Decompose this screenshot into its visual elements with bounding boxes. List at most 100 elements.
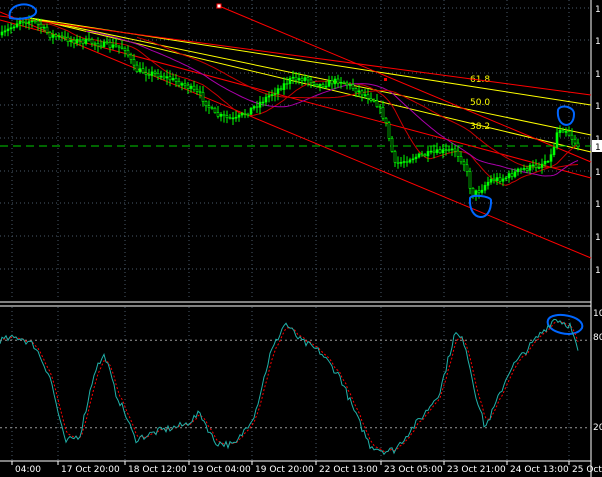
candle-body bbox=[216, 112, 220, 117]
candle-body bbox=[534, 164, 538, 168]
candle-body bbox=[45, 26, 49, 33]
candle-body bbox=[573, 138, 577, 144]
candle-body bbox=[84, 38, 88, 44]
candle-body bbox=[393, 151, 397, 163]
candle-body bbox=[63, 36, 67, 39]
candle-body bbox=[42, 26, 46, 29]
candle-body bbox=[354, 88, 358, 93]
candle-body bbox=[219, 114, 223, 117]
candle-body bbox=[390, 138, 394, 152]
candle-body bbox=[321, 84, 325, 87]
price-and-oscillator-chart: 61.850.038.2 111111111110802004:0017 Oct… bbox=[0, 0, 602, 477]
oscillator-axis-tick-label: 20 bbox=[593, 423, 602, 433]
candle-body bbox=[444, 149, 448, 151]
candle-body bbox=[246, 113, 250, 116]
channel-anchor-point bbox=[384, 78, 387, 81]
candle-body bbox=[306, 77, 310, 81]
candle-body bbox=[366, 94, 370, 99]
candle-body bbox=[525, 168, 529, 171]
candle-body bbox=[537, 167, 541, 169]
candle-body bbox=[381, 107, 385, 119]
candle-body bbox=[315, 84, 319, 87]
candle-body bbox=[108, 42, 112, 48]
candle-body bbox=[441, 149, 445, 154]
candle-body bbox=[21, 20, 25, 23]
fibonacci-level-label: 38.2 bbox=[470, 122, 490, 132]
candle-body bbox=[411, 158, 415, 161]
time-axis-tick-label: 17 Oct 20:00 bbox=[61, 465, 120, 475]
candle-body bbox=[228, 117, 232, 119]
time-axis-tick-label: 22 Oct 13:00 bbox=[319, 465, 378, 475]
candle-body bbox=[423, 154, 427, 157]
candle-body bbox=[231, 117, 235, 120]
candle-body bbox=[48, 32, 52, 38]
candle-body bbox=[360, 90, 364, 96]
candle-body bbox=[504, 177, 508, 180]
candle-body bbox=[156, 73, 160, 78]
candle-body bbox=[345, 82, 349, 86]
candle-body bbox=[570, 134, 574, 140]
candle-body bbox=[327, 80, 331, 87]
candle-body bbox=[417, 153, 421, 158]
candle-body bbox=[147, 74, 151, 76]
candle-body bbox=[267, 95, 271, 98]
candle-body bbox=[369, 98, 373, 101]
candle-body bbox=[99, 45, 103, 48]
candle-body bbox=[465, 164, 469, 172]
candle-body bbox=[276, 88, 280, 94]
price-axis-tick-label: 1 bbox=[595, 266, 601, 276]
candle-body bbox=[129, 54, 133, 60]
candle-body bbox=[153, 71, 157, 74]
candle-body bbox=[27, 21, 31, 24]
time-axis-tick-label: 24 Oct 13:00 bbox=[510, 465, 569, 475]
candle-body bbox=[234, 116, 238, 119]
candle-body bbox=[456, 150, 460, 157]
candle-body bbox=[375, 100, 379, 107]
candle-body bbox=[120, 46, 124, 49]
candle-body bbox=[285, 83, 289, 85]
candle-body bbox=[420, 153, 424, 156]
candle-body bbox=[105, 41, 109, 44]
candle-body bbox=[387, 122, 391, 139]
candle-body bbox=[303, 77, 307, 81]
candle-body bbox=[132, 59, 136, 66]
candle-body bbox=[282, 83, 286, 90]
candle-body bbox=[39, 23, 43, 28]
candle-body bbox=[522, 168, 526, 170]
candle-body bbox=[168, 76, 172, 81]
candle-body bbox=[3, 30, 7, 33]
oscillator-axis-tick-label: 10 bbox=[593, 309, 602, 319]
candle-body bbox=[468, 171, 472, 189]
candle-body bbox=[513, 171, 517, 177]
chart-background bbox=[0, 0, 602, 477]
candle-body bbox=[264, 96, 268, 103]
candle-body bbox=[174, 78, 178, 82]
candle-body bbox=[462, 161, 466, 166]
candle-body bbox=[117, 45, 121, 48]
candle-body bbox=[249, 107, 253, 115]
candle-body bbox=[498, 177, 502, 182]
candle-body bbox=[201, 92, 205, 102]
candle-body bbox=[180, 83, 184, 86]
candle-body bbox=[54, 34, 58, 37]
candle-body bbox=[57, 35, 61, 38]
candle-body bbox=[72, 39, 76, 44]
candle-body bbox=[339, 81, 343, 84]
candle-body bbox=[210, 107, 214, 109]
candle-body bbox=[309, 79, 313, 84]
candle-body bbox=[399, 161, 403, 164]
candle-body bbox=[279, 88, 283, 90]
candle-body bbox=[189, 85, 193, 89]
candle-body bbox=[111, 44, 115, 48]
candle-body bbox=[261, 101, 265, 104]
candle-body bbox=[162, 75, 166, 79]
candle-body bbox=[495, 177, 499, 181]
candle-body bbox=[510, 173, 514, 177]
candle-body bbox=[30, 20, 34, 23]
candle-body bbox=[480, 189, 484, 193]
candle-body bbox=[357, 90, 361, 93]
candle-body bbox=[15, 23, 19, 28]
candle-body bbox=[486, 181, 490, 186]
candle-body bbox=[60, 35, 64, 38]
candle-body bbox=[24, 21, 28, 24]
